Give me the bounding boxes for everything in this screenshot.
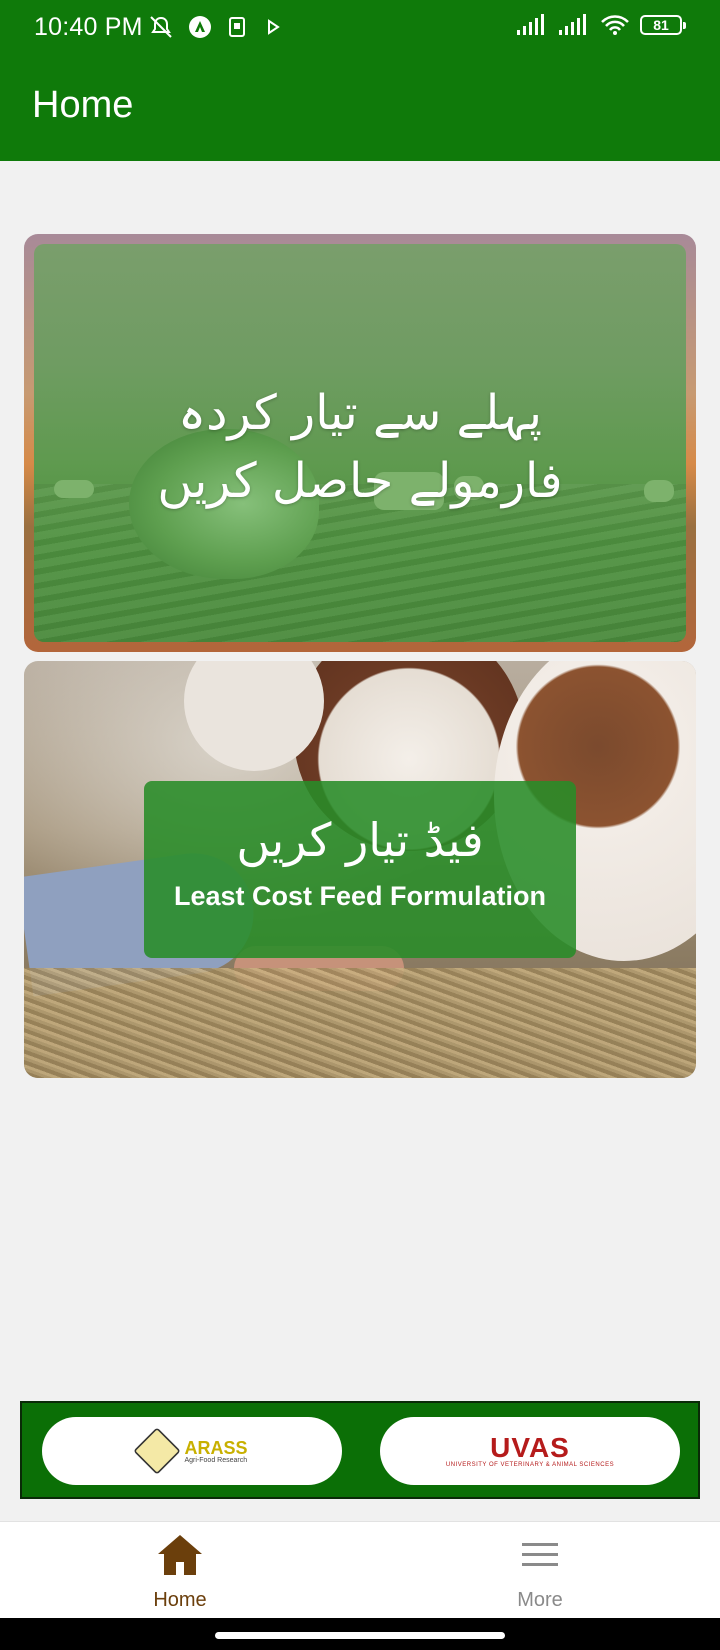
mute-icon [150, 16, 172, 38]
feed-formulation-title-urdu: فیڈ تیار کریں [236, 813, 484, 867]
arass-logo-icon [133, 1427, 182, 1475]
battery-icon: 81 [640, 15, 686, 35]
arass-tagline: Agri-Food Research [184, 1456, 248, 1464]
signal-icon [517, 14, 544, 35]
feed-formulation-label: فیڈ تیار کریں Least Cost Feed Formulatio… [144, 781, 576, 958]
nav-more[interactable]: More [440, 1532, 640, 1612]
menu-icon [522, 1543, 558, 1566]
status-bar: 10:40 PM 81 [0, 0, 720, 56]
uvas-tagline: UNIVERSITY OF VETERINARY & ANIMAL SCIENC… [445, 1462, 615, 1468]
status-time: 10:40 PM [34, 13, 143, 41]
gesture-bar [0, 1618, 720, 1650]
home-gesture-handle[interactable] [215, 1632, 505, 1639]
system-icons: 81 [516, 14, 686, 36]
uvas-sponsor-button[interactable]: UVAS UNIVERSITY OF VETERINARY & ANIMAL S… [380, 1417, 680, 1485]
uvas-logo: UVAS UNIVERSITY OF VETERINARY & ANIMAL S… [445, 1432, 615, 1469]
sim-icon [229, 17, 245, 37]
page-title: Home [32, 84, 134, 126]
home-icon [158, 1535, 202, 1575]
app-bar: Home [0, 56, 720, 161]
feed-formulation-card[interactable]: فیڈ تیار کریں Least Cost Feed Formulatio… [24, 661, 696, 1078]
nav-home-label: Home [153, 1589, 207, 1611]
feed-formulation-title-english: Least Cost Feed Formulation [173, 881, 547, 911]
bottom-nav: Home More [0, 1521, 720, 1619]
arass-name: ARASS [184, 1437, 248, 1458]
hay-image [24, 968, 696, 1078]
ready-formulas-title: پہلے سے تیار کردہ فارمولے حاصل کریں [157, 385, 563, 509]
play-icon [268, 19, 280, 35]
ready-formulas-card[interactable]: پہلے سے تیار کردہ فارمولے حاصل کریں [24, 234, 696, 652]
arass-sponsor-button[interactable]: ARASS Agri-Food Research [42, 1417, 342, 1485]
signal-icon-2 [559, 14, 586, 35]
notification-icons [148, 14, 282, 40]
sponsor-bar: ARASS Agri-Food Research UVAS UNIVERSITY… [20, 1401, 700, 1499]
app-notification-icon [189, 16, 211, 38]
nav-home[interactable]: Home [80, 1532, 280, 1612]
field-image: پہلے سے تیار کردہ فارمولے حاصل کریں [34, 244, 686, 642]
hay-bale-small [644, 480, 674, 502]
hay-bale-small [54, 480, 94, 498]
uvas-name: UVAS [490, 1432, 570, 1463]
nav-more-label: More [517, 1589, 563, 1611]
wifi-icon [601, 15, 629, 35]
